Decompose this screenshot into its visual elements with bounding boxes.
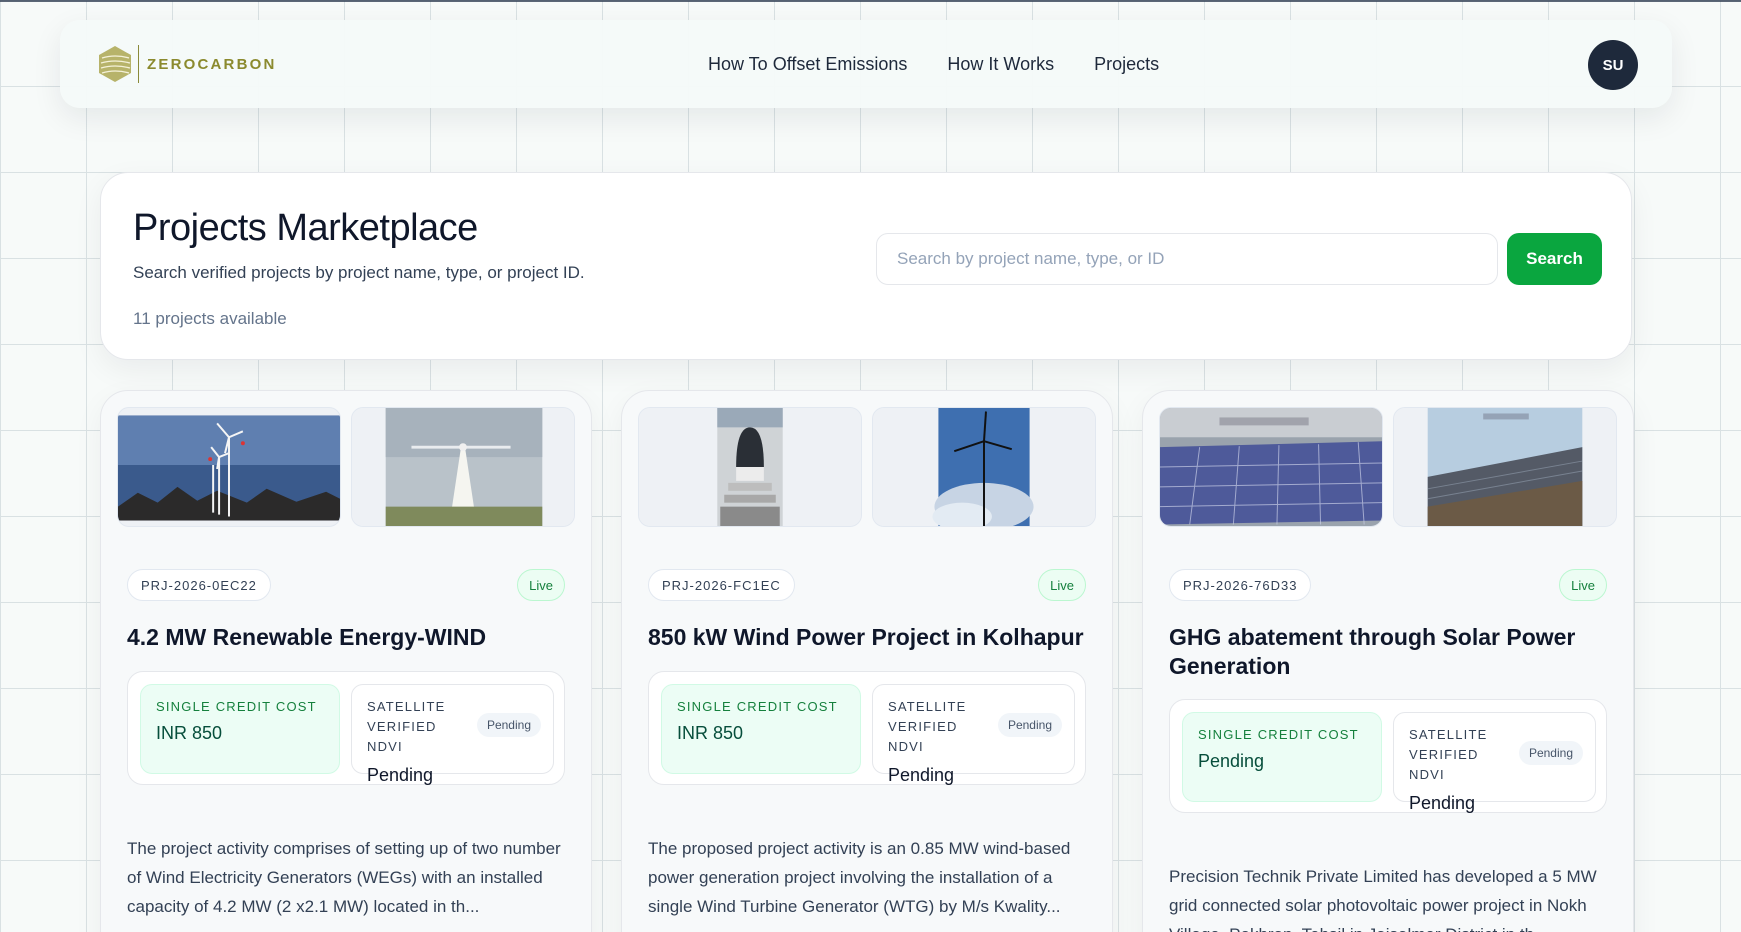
top-edge-line xyxy=(0,0,1741,2)
status-badge: Live xyxy=(1038,569,1086,601)
solar-field-image-icon xyxy=(1394,408,1616,526)
project-id-badge: PRJ-2026-FC1EC xyxy=(648,569,795,601)
project-gallery xyxy=(117,407,575,527)
satellite-ndvi: SATELLITE VERIFIED NDVI Pending Pending xyxy=(872,684,1075,785)
page-subtitle: Search verified projects by project name… xyxy=(133,263,585,282)
project-gallery xyxy=(638,407,1096,527)
project-image[interactable] xyxy=(1159,407,1383,527)
status-badge: Live xyxy=(1559,569,1607,601)
credit-cost-value: Pending xyxy=(1198,751,1265,771)
project-image[interactable] xyxy=(638,407,862,527)
project-image[interactable] xyxy=(117,407,341,527)
single-credit-cost: SINGLE CREDIT COST Pending xyxy=(1182,712,1382,802)
single-credit-cost: SINGLE CREDIT COST INR 850 xyxy=(661,684,861,774)
project-description: The proposed project activity is an 0.85… xyxy=(648,839,1071,916)
ndvi-value: Pending xyxy=(367,765,434,785)
credit-cost-label: SINGLE CREDIT COST xyxy=(156,699,317,714)
turbine-tower-door-image-icon xyxy=(639,408,861,526)
project-description: Precision Technik Private Limited has de… xyxy=(1169,867,1597,932)
project-title[interactable]: 4.2 MW Renewable Energy-WIND xyxy=(127,623,567,652)
project-image[interactable] xyxy=(1393,407,1617,527)
main-nav: How To Offset Emissions How It Works Pro… xyxy=(708,20,1159,108)
credit-cost-value: INR 850 xyxy=(156,723,223,743)
ndvi-label: SATELLITE VERIFIED NDVI xyxy=(888,699,967,754)
satellite-ndvi: SATELLITE VERIFIED NDVI Pending Pending xyxy=(1393,712,1596,813)
leaf-hexagon-logo-icon xyxy=(99,46,131,82)
credit-cost-value: INR 850 xyxy=(677,723,744,743)
nav-link-how-to-offset[interactable]: How To Offset Emissions xyxy=(708,54,907,75)
ndvi-label: SATELLITE VERIFIED NDVI xyxy=(1409,727,1488,782)
project-id-badge: PRJ-2026-0EC22 xyxy=(127,569,271,601)
credit-cost-label: SINGLE CREDIT COST xyxy=(1198,727,1359,742)
nav-link-how-it-works[interactable]: How It Works xyxy=(947,54,1054,75)
user-avatar[interactable]: SU xyxy=(1588,40,1638,90)
turbine-blade-image-icon xyxy=(352,408,574,526)
project-image[interactable] xyxy=(872,407,1096,527)
solar-panels-image-icon xyxy=(1160,408,1382,526)
search-input[interactable] xyxy=(876,233,1498,285)
project-metrics: SINGLE CREDIT COST Pending SATELLITE VER… xyxy=(1169,699,1607,813)
wind-turbine-sky-image-icon xyxy=(873,408,1095,526)
project-title[interactable]: 850 kW Wind Power Project in Kolhapur xyxy=(648,623,1088,652)
status-badge: Live xyxy=(517,569,565,601)
top-navbar: ZEROCARBON How To Offset Emissions How I… xyxy=(60,20,1672,108)
project-card[interactable]: PRJ-2026-0EC22 Live 4.2 MW Renewable Ene… xyxy=(100,390,592,932)
brand-name: ZEROCARBON xyxy=(147,55,277,73)
nav-link-projects[interactable]: Projects xyxy=(1094,54,1159,75)
project-card[interactable]: PRJ-2026-76D33 Live GHG abatement throug… xyxy=(1142,390,1634,932)
project-image[interactable] xyxy=(351,407,575,527)
satellite-ndvi: SATELLITE VERIFIED NDVI Pending Pending xyxy=(351,684,554,785)
projects-count: 11 projects available xyxy=(133,309,287,328)
search-button[interactable]: Search xyxy=(1507,233,1602,285)
marketplace-hero: Projects Marketplace Search verified pro… xyxy=(100,172,1632,360)
ndvi-label: SATELLITE VERIFIED NDVI xyxy=(367,699,446,754)
single-credit-cost: SINGLE CREDIT COST INR 850 xyxy=(140,684,340,774)
ndvi-value: Pending xyxy=(1409,793,1476,813)
ndvi-status-pill: Pending xyxy=(997,713,1062,737)
page-title: Projects Marketplace xyxy=(133,207,478,249)
brand-logo[interactable]: ZEROCARBON xyxy=(96,44,277,84)
ndvi-status-pill: Pending xyxy=(476,713,541,737)
project-card[interactable]: PRJ-2026-FC1EC Live 850 kW Wind Power Pr… xyxy=(621,390,1113,932)
project-id-badge: PRJ-2026-76D33 xyxy=(1169,569,1312,601)
ndvi-value: Pending xyxy=(888,765,955,785)
logo-divider xyxy=(138,45,139,83)
project-gallery xyxy=(1159,407,1617,527)
project-metrics: SINGLE CREDIT COST INR 850 SATELLITE VER… xyxy=(127,671,565,785)
project-title[interactable]: GHG abatement through Solar Power Genera… xyxy=(1169,623,1609,681)
ndvi-status-pill: Pending xyxy=(1518,741,1583,765)
credit-cost-label: SINGLE CREDIT COST xyxy=(677,699,838,714)
project-description: The project activity comprises of settin… xyxy=(127,839,561,916)
project-metrics: SINGLE CREDIT COST INR 850 SATELLITE VER… xyxy=(648,671,1086,785)
wind-turbines-image-icon xyxy=(118,415,340,521)
